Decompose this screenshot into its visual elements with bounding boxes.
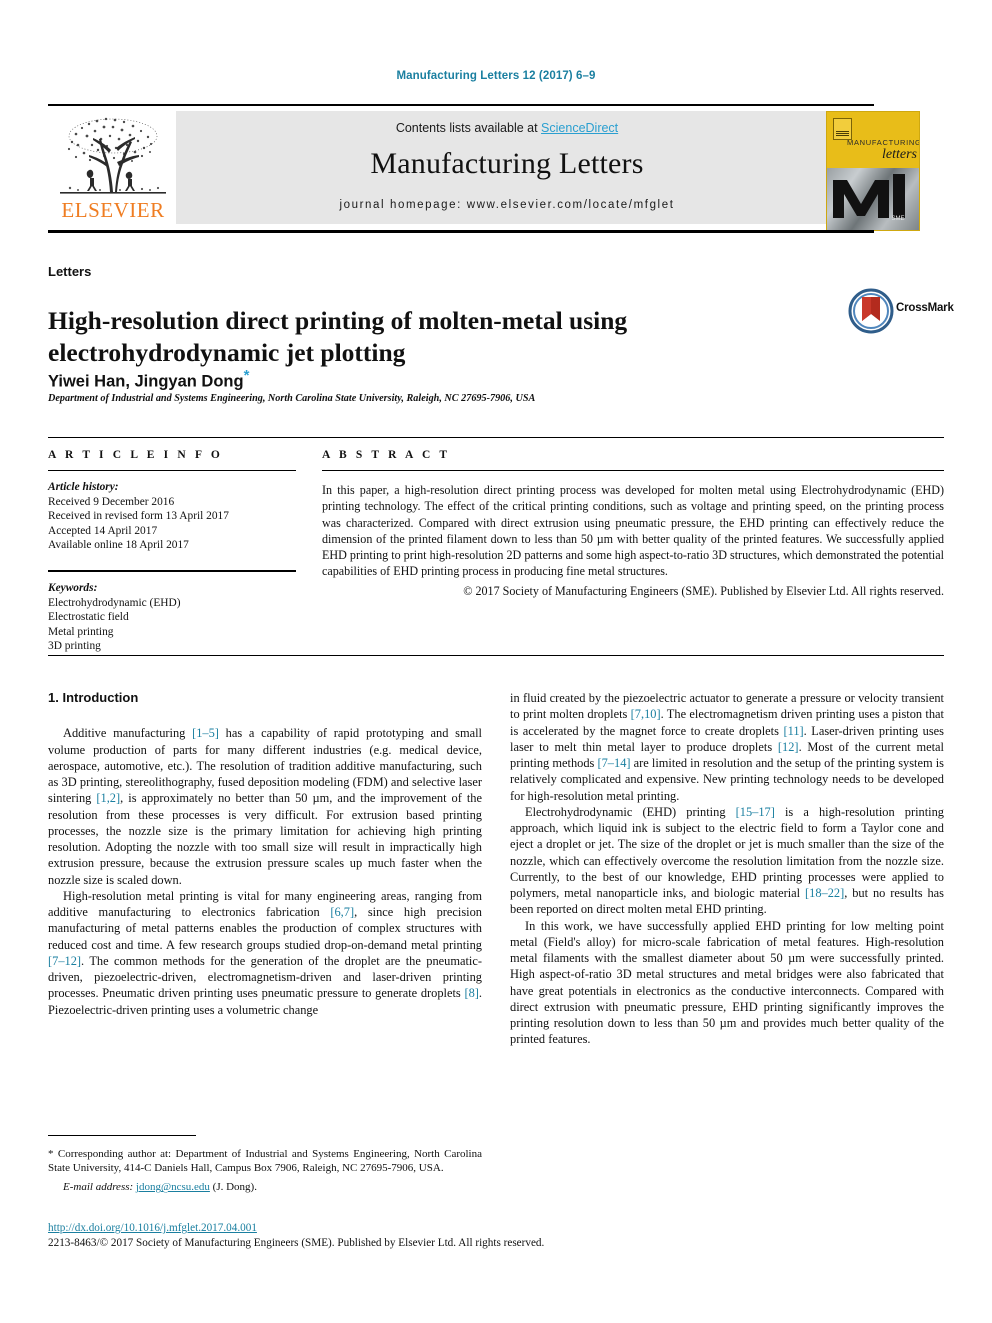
contents-band: Contents lists available at ScienceDirec… bbox=[176, 111, 838, 224]
body-paragraph: In this work, we have successfully appli… bbox=[510, 918, 944, 1047]
footnote-address-line: * Corresponding author at: Department of… bbox=[48, 1147, 482, 1175]
email-address-label: E-mail address: bbox=[63, 1181, 134, 1194]
body-column-left: 1. Introduction Additive manufacturing [… bbox=[48, 690, 482, 1018]
issn-copyright-line: 2213-8463/© 2017 Society of Manufacturin… bbox=[48, 1236, 545, 1249]
history-item-0: Received 9 December 2016 bbox=[48, 495, 175, 508]
keywords-label: Keywords: bbox=[48, 581, 98, 594]
history-item-3: Available online 18 April 2017 bbox=[48, 539, 189, 552]
masthead-bottom-rule bbox=[48, 230, 874, 233]
citation-ref[interactable]: [7–14] bbox=[597, 756, 630, 770]
keyword-item-3: 3D printing bbox=[48, 640, 101, 653]
abstract-copyright: © 2017 Society of Manufacturing Engineer… bbox=[463, 583, 944, 598]
footnote-address-text: Corresponding author at: Department of I… bbox=[48, 1148, 482, 1175]
cover-title-line1: MANUFACTURING bbox=[847, 138, 920, 147]
journal-title: Manufacturing Letters bbox=[370, 147, 644, 180]
citation-ref[interactable]: [8] bbox=[464, 986, 478, 1000]
author-affiliation: Department of Industrial and Systems Eng… bbox=[48, 393, 536, 404]
introduction-heading: 1. Introduction bbox=[48, 690, 139, 705]
journal-masthead: ELSEVIER Contents lists available at Sci… bbox=[48, 104, 944, 233]
article-section-label: Letters bbox=[48, 264, 92, 279]
abstract-text: In this paper, a high-resolution direct … bbox=[322, 483, 944, 579]
sciencedirect-link[interactable]: ScienceDirect bbox=[541, 121, 618, 135]
email-owner: (J. Dong). bbox=[209, 1181, 257, 1194]
body-paragraph: Electrohydrodynamic (EHD) printing [15–1… bbox=[510, 804, 944, 917]
elsevier-tree-icon bbox=[60, 117, 166, 194]
contents-prefix: Contents lists available at bbox=[395, 121, 542, 135]
info-block-bottom-rule bbox=[48, 655, 944, 656]
crossmark-icon bbox=[848, 288, 894, 334]
footer-doi-block: http://dx.doi.org/10.1016/j.mfglet.2017.… bbox=[48, 1221, 944, 1250]
article-history-label: Article history: bbox=[48, 481, 119, 493]
journal-cover-image: MANUFACTURING letters SME bbox=[826, 111, 920, 231]
abstract-heading: A B S T R A C T bbox=[322, 449, 451, 461]
footnote-rule bbox=[48, 1135, 196, 1136]
abstract-column: A B S T R A C T In this paper, a high-re… bbox=[322, 449, 944, 599]
crossmark-badge[interactable]: CrossMark bbox=[848, 288, 954, 338]
body-column-right: in fluid created by the piezoelectric ac… bbox=[510, 690, 944, 1048]
history-item-2: Accepted 14 April 2017 bbox=[48, 524, 158, 537]
keyword-item-2: Metal printing bbox=[48, 625, 114, 638]
keywords-rule bbox=[48, 569, 296, 572]
citation-ref[interactable]: [11] bbox=[783, 724, 803, 738]
doi-link[interactable]: http://dx.doi.org/10.1016/j.mfglet.2017.… bbox=[48, 1222, 257, 1234]
journal-page: Manufacturing Letters 12 (2017) 6–9 ELSE… bbox=[0, 0, 992, 1323]
author-names: Yiwei Han, Jingyan Dong bbox=[48, 372, 244, 391]
article-history-group: Article history: Received 9 December 201… bbox=[48, 480, 296, 553]
citation-ref[interactable]: [7–12] bbox=[48, 954, 81, 968]
masthead-top-rule bbox=[48, 104, 874, 106]
elsevier-wordmark: ELSEVIER bbox=[61, 198, 165, 222]
body-paragraph: High-resolution metal printing is vital … bbox=[48, 888, 482, 1017]
keywords-group: Keywords: Electrohydrodynamic (EHD) Elec… bbox=[48, 581, 296, 654]
body-paragraph: in fluid created by the piezoelectric ac… bbox=[510, 691, 945, 803]
footnote-email-line: E-mail address: jdong@ncsu.edu (J. Dong)… bbox=[48, 1180, 482, 1194]
cover-elsevier-icon bbox=[833, 118, 852, 140]
journal-cover-thumbnail[interactable]: MANUFACTURING letters SME bbox=[818, 107, 926, 233]
article-info-rule bbox=[48, 470, 296, 471]
abstract-rule bbox=[322, 470, 944, 471]
email-link[interactable]: jdong@ncsu.edu bbox=[136, 1181, 210, 1193]
cover-sme-mark: SME bbox=[891, 216, 905, 222]
info-block-top-rule bbox=[48, 437, 944, 438]
page-title: High-resolution direct printing of molte… bbox=[48, 306, 628, 368]
body-paragraph: Additive manufacturing [1–5] has a capab… bbox=[48, 726, 482, 887]
crossmark-label: CrossMark bbox=[896, 302, 954, 314]
elsevier-logo: ELSEVIER bbox=[54, 112, 172, 226]
citation-ref[interactable]: [18–22] bbox=[805, 886, 844, 900]
keyword-item-1: Electrostatic field bbox=[48, 611, 129, 624]
cover-m-graphic bbox=[833, 174, 905, 218]
contents-lists-line: Contents lists available at ScienceDirec… bbox=[176, 121, 838, 135]
article-info-column: A R T I C L E I N F O Article history: R… bbox=[48, 449, 296, 654]
cover-title-line2: letters bbox=[882, 147, 917, 162]
corresponding-author-marker[interactable]: * bbox=[244, 367, 250, 384]
author-list: Yiwei Han, Jingyan Dong* bbox=[48, 367, 708, 392]
citation-ref[interactable]: [15–17] bbox=[736, 805, 775, 819]
citation-ref[interactable]: [7,10] bbox=[631, 707, 661, 721]
citation-ref[interactable]: [12] bbox=[778, 740, 799, 754]
keyword-item-0: Electrohydrodynamic (EHD) bbox=[48, 596, 181, 609]
article-info-heading: A R T I C L E I N F O bbox=[48, 449, 223, 461]
running-head: Manufacturing Letters 12 (2017) 6–9 bbox=[396, 70, 596, 82]
history-item-1: Received in revised form 13 April 2017 bbox=[48, 510, 229, 523]
journal-homepage[interactable]: journal homepage: www.elsevier.com/locat… bbox=[176, 199, 838, 211]
citation-ref[interactable]: [1–5] bbox=[192, 726, 219, 740]
citation-ref[interactable]: [1,2] bbox=[96, 791, 120, 805]
citation-ref[interactable]: [6,7] bbox=[330, 905, 354, 919]
corresponding-author-footnote: * Corresponding author at: Department of… bbox=[48, 1135, 482, 1195]
